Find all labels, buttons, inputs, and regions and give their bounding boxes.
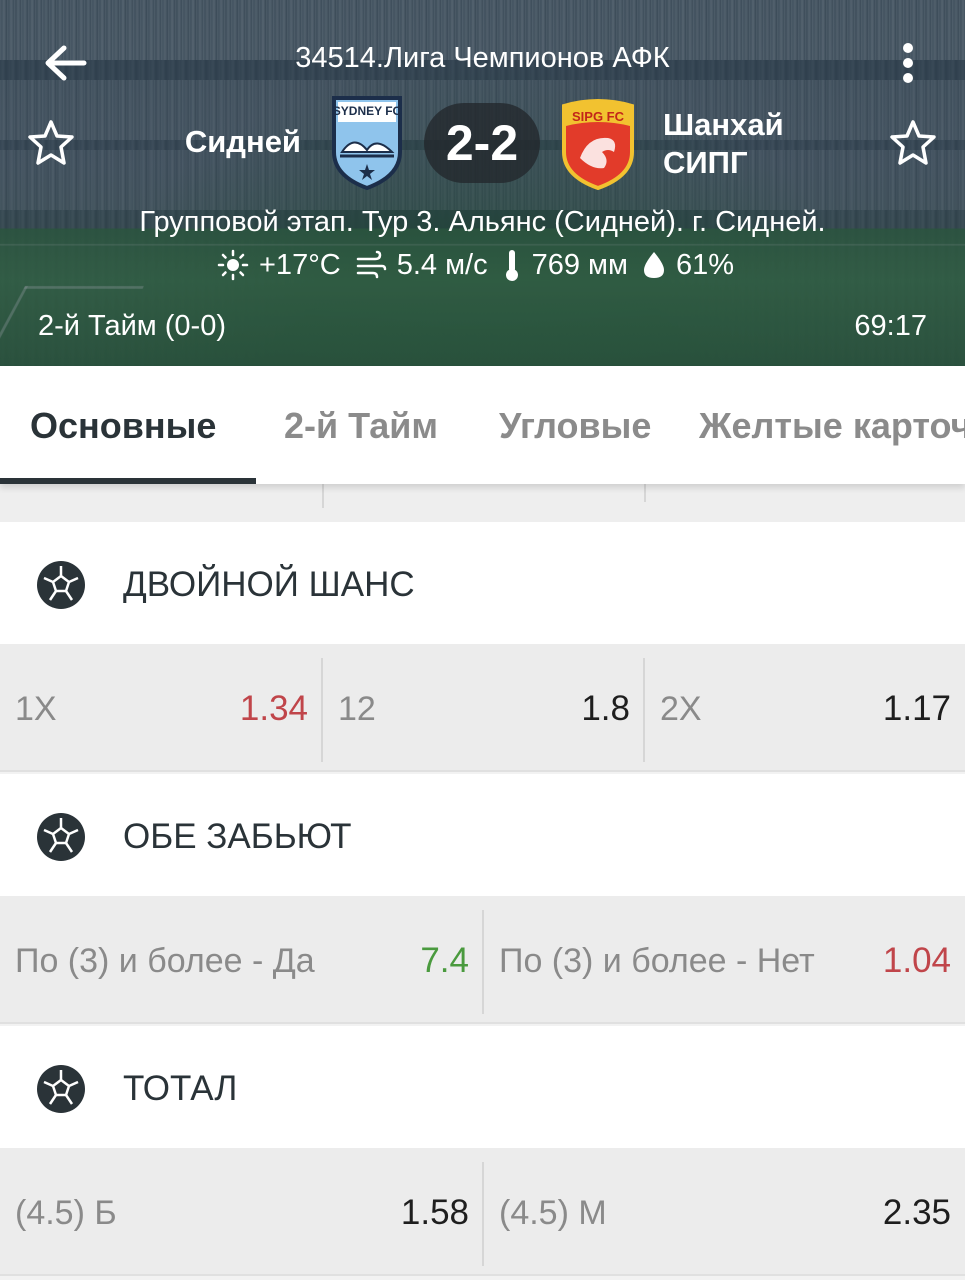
water-drop-icon xyxy=(643,252,664,278)
odds-cell-total-under[interactable]: (4.5) М 2.35 xyxy=(484,1148,965,1276)
odds-cell-1x[interactable]: 1X 1.34 xyxy=(0,644,322,772)
odds-cell-2x[interactable]: 2X 1.17 xyxy=(645,644,965,772)
weather-humidity: 61% xyxy=(642,249,734,282)
match-header: 34514.Лига Чемпионов АФК Сидней SYDNEY F… xyxy=(0,0,965,366)
sun-icon xyxy=(217,249,249,281)
outcome-odds: 7.4 xyxy=(420,941,469,980)
soccer-ball-icon xyxy=(37,813,85,861)
match-score: 2-2 xyxy=(424,103,540,183)
home-team-name: Сидней xyxy=(184,124,301,159)
weather-info: +17°C 5.4 м/с 769 мм 61% xyxy=(0,248,965,282)
outcome-odds: 1.8 xyxy=(581,689,630,728)
soccer-ball-icon xyxy=(37,561,85,609)
away-team-logo: SIPG FC xyxy=(558,96,638,191)
weather-wind: 5.4 м/с xyxy=(355,249,488,282)
markets-list[interactable]: ДВОЙНОЙ ШАНС 1X 1.34 12 1.8 2X 1.17 ОБЕ … xyxy=(0,484,965,1280)
outcome-label: 1X xyxy=(15,690,57,728)
tab-second-half[interactable]: 2-й Тайм xyxy=(284,366,438,484)
market-header-total[interactable]: ТОТАЛ xyxy=(0,1026,965,1148)
more-menu-button[interactable] xyxy=(890,40,926,86)
weather-temperature: +17°C xyxy=(217,249,341,282)
tab-yellow-cards[interactable]: Желтые карточки xyxy=(699,366,965,484)
home-team-logo: SYDNEY FC xyxy=(330,94,404,191)
odds-row-double-chance: 1X 1.34 12 1.8 2X 1.17 xyxy=(0,644,965,772)
market-tabs: Основные 2-й Тайм Угловые Желтые карточк… xyxy=(0,366,965,484)
partial-odds-row xyxy=(0,484,965,522)
outcome-odds: 1.58 xyxy=(400,1193,469,1232)
svg-text:SYDNEY FC: SYDNEY FC xyxy=(333,104,402,118)
star-outline-icon xyxy=(890,120,936,165)
favorite-home-button[interactable] xyxy=(26,118,76,168)
match-clock: 69:17 xyxy=(854,310,927,342)
market-title: ОБЕ ЗАБЬЮТ xyxy=(123,817,352,856)
soccer-ball-icon xyxy=(37,1065,85,1113)
outcome-label: 2X xyxy=(660,690,702,728)
match-period: 2-й Тайм (0-0) xyxy=(38,310,227,342)
match-stage-info: Групповой этап. Тур 3. Альянс (Сидней). … xyxy=(139,206,826,238)
odds-cell-both-score-no[interactable]: По (3) и более - Нет 1.04 xyxy=(484,896,965,1024)
active-tab-indicator xyxy=(0,478,256,484)
tab-main[interactable]: Основные xyxy=(30,366,216,484)
outcome-odds: 2.35 xyxy=(882,1193,951,1232)
market-title: ДВОЙНОЙ ШАНС xyxy=(123,565,415,604)
market-title: ТОТАЛ xyxy=(123,1069,238,1108)
back-button[interactable] xyxy=(40,40,90,86)
outcome-label: 12 xyxy=(338,690,376,728)
odds-cell-total-over[interactable]: (4.5) Б 1.58 xyxy=(0,1148,483,1276)
odds-row-both-score: По (3) и более - Да 7.4 По (3) и более -… xyxy=(0,896,965,1024)
more-vertical-icon xyxy=(903,43,913,83)
thermometer-icon xyxy=(505,250,518,281)
outcome-label: (4.5) М xyxy=(499,1194,607,1232)
market-header-double-chance[interactable]: ДВОЙНОЙ ШАНС xyxy=(0,522,965,644)
outcome-label: (4.5) Б xyxy=(15,1194,117,1232)
outcome-label: По (3) и более - Нет xyxy=(499,942,815,980)
favorite-away-button[interactable] xyxy=(888,118,938,168)
arrow-left-icon xyxy=(45,45,87,81)
svg-text:SIPG FC: SIPG FC xyxy=(572,109,625,124)
outcome-odds: 1.34 xyxy=(239,689,308,728)
market-header-both-score[interactable]: ОБЕ ЗАБЬЮТ xyxy=(0,774,965,896)
outcome-odds: 1.04 xyxy=(882,941,951,980)
odds-cell-both-score-yes[interactable]: По (3) и более - Да 7.4 xyxy=(0,896,483,1024)
outcome-label: По (3) и более - Да xyxy=(15,942,315,980)
league-title: 34514.Лига Чемпионов АФК xyxy=(295,42,670,74)
odds-cell-12[interactable]: 12 1.8 xyxy=(323,644,644,772)
wind-icon xyxy=(356,250,386,279)
odds-row-total: (4.5) Б 1.58 (4.5) М 2.35 xyxy=(0,1148,965,1276)
star-outline-icon xyxy=(28,120,74,165)
outcome-odds: 1.17 xyxy=(882,689,951,728)
weather-pressure: 769 мм xyxy=(502,248,628,282)
tab-corners[interactable]: Угловые xyxy=(499,366,651,484)
away-team-name: Шанхай СИПГ xyxy=(663,107,784,180)
